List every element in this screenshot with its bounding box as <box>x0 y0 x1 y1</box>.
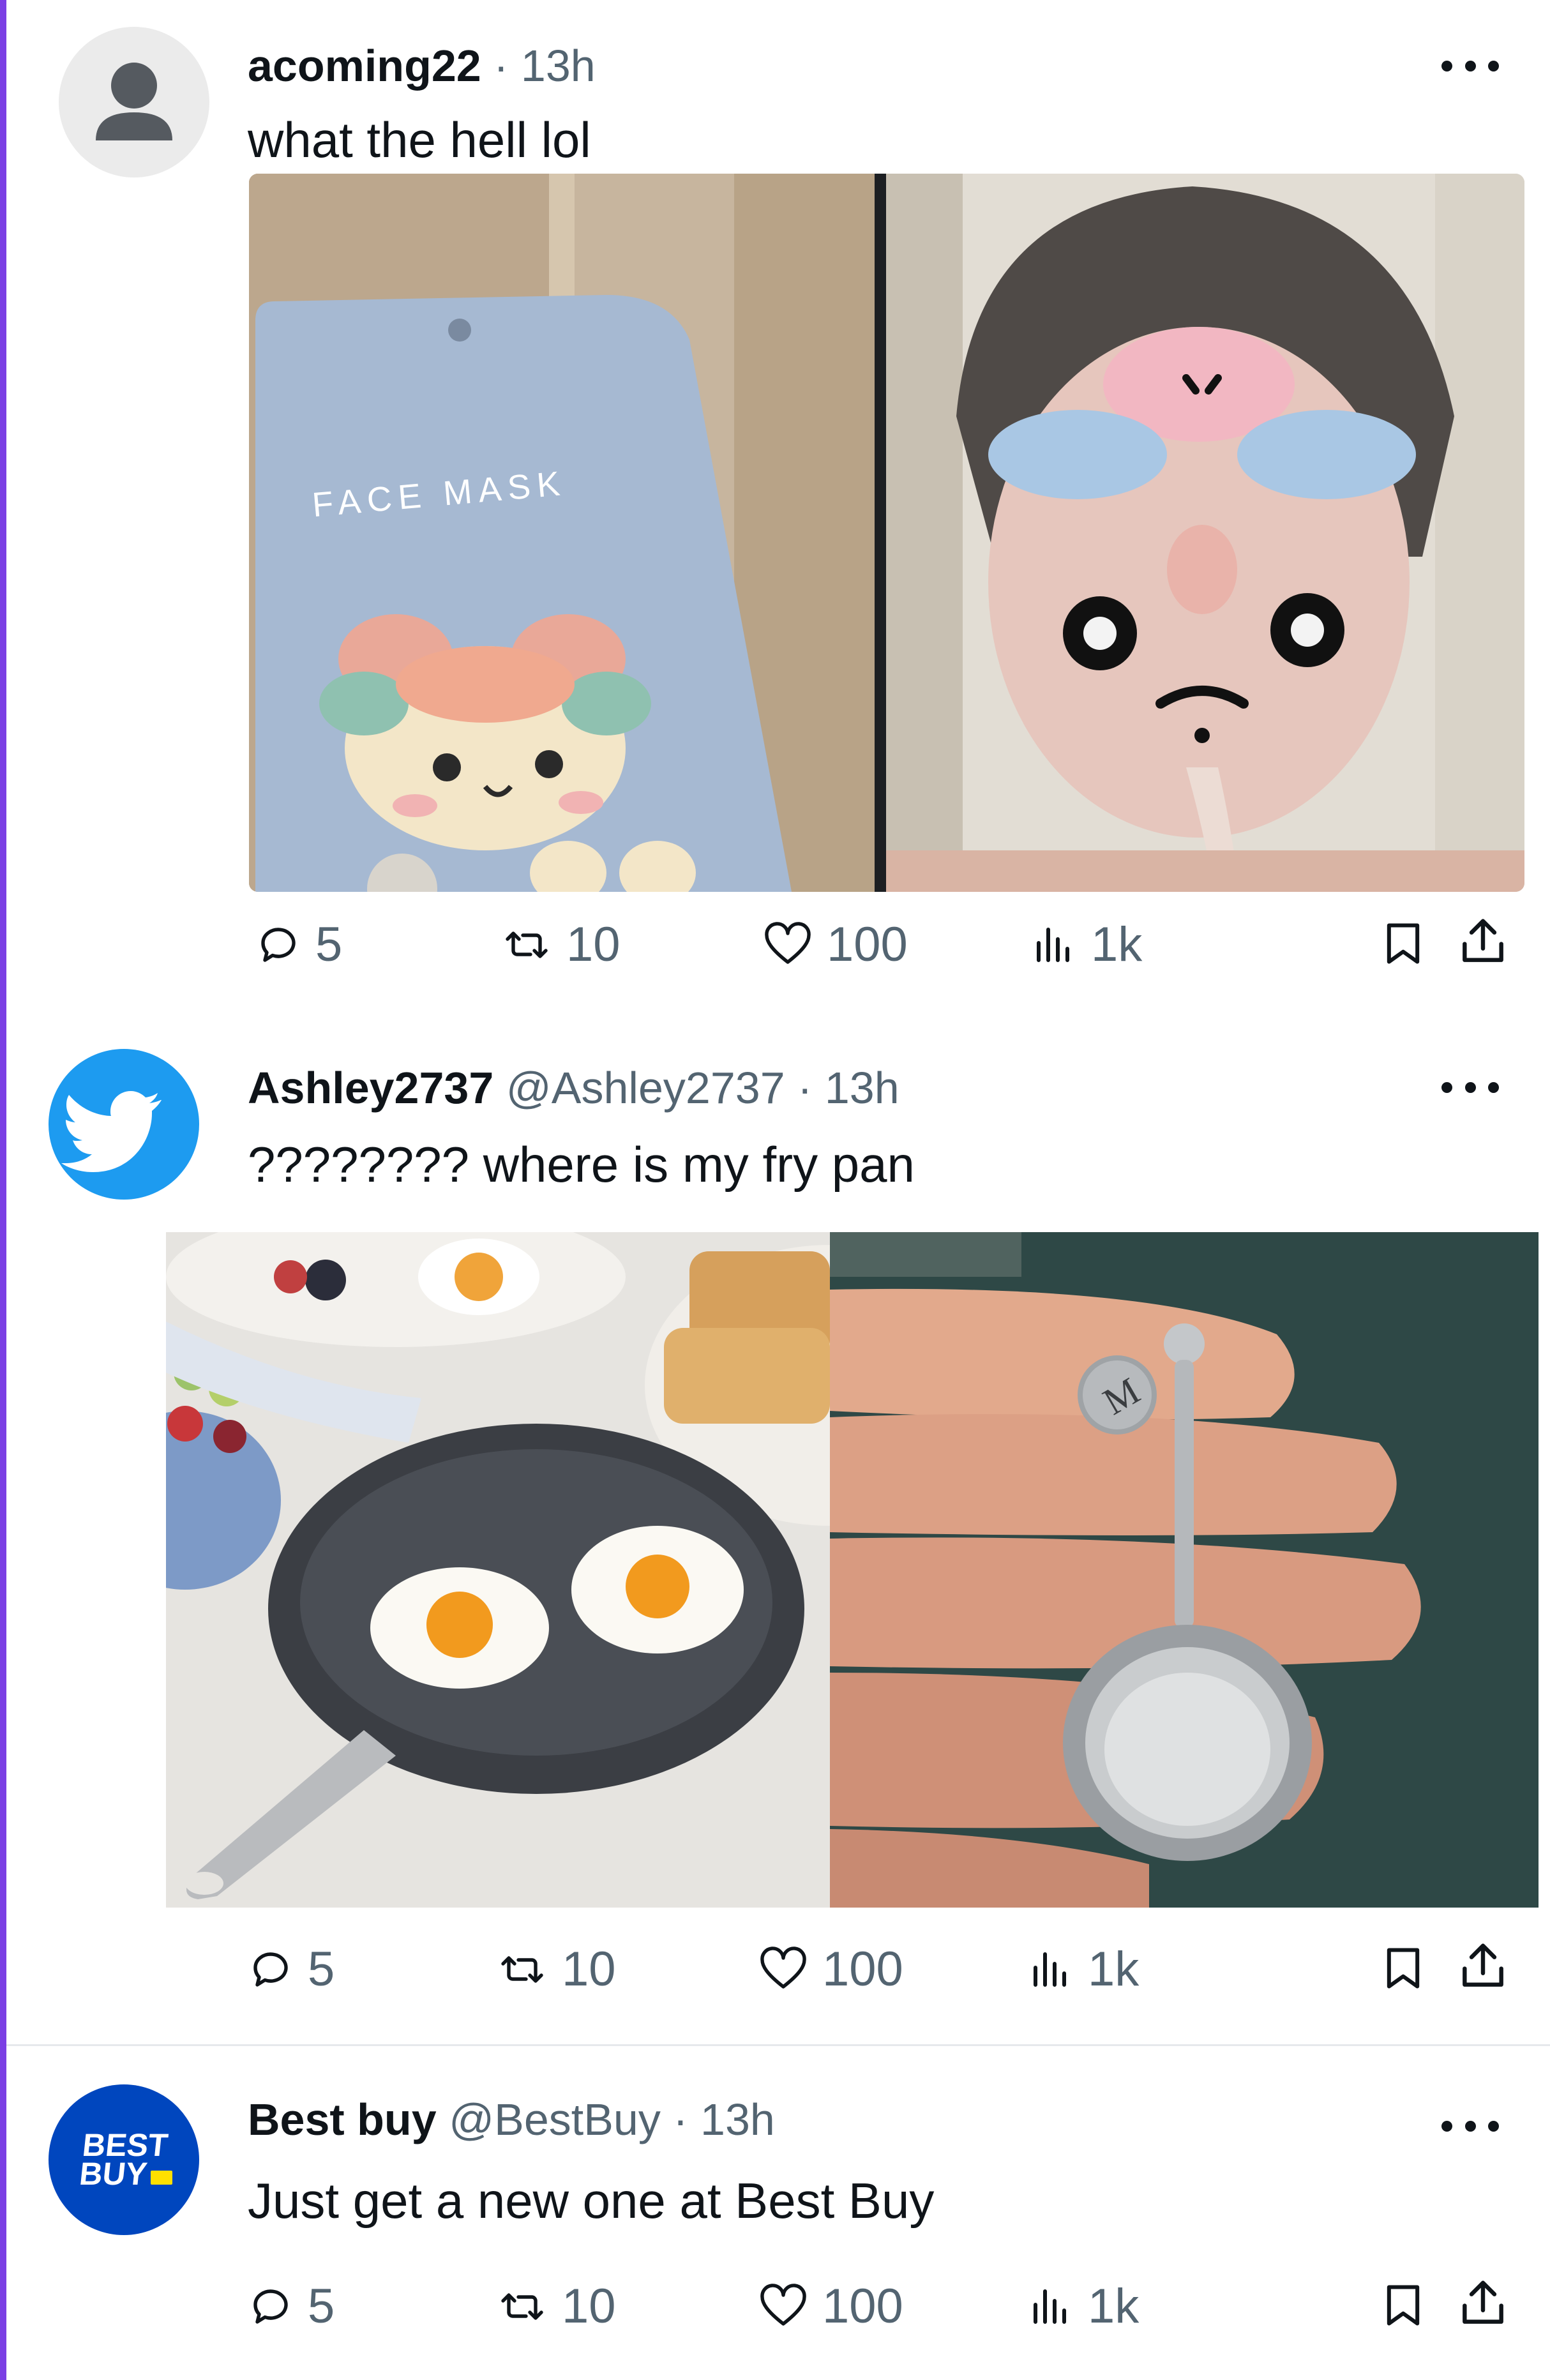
more-options-button[interactable] <box>1441 56 1499 75</box>
media-image-frying-pan[interactable] <box>166 1232 830 1908</box>
timestamp[interactable]: · 13h <box>493 41 596 91</box>
share-button[interactable] <box>1456 2276 1510 2334</box>
like-button[interactable]: 100 <box>758 1945 903 1994</box>
reply-icon <box>253 2289 288 2324</box>
timestamp[interactable]: · 13h <box>797 1063 899 1113</box>
heart-icon <box>760 2284 806 2326</box>
reply-button[interactable]: 5 <box>248 2282 335 2331</box>
dot <box>1441 1081 1452 1093</box>
share-icon <box>1463 919 1503 962</box>
user-silhouette-icon <box>96 63 172 140</box>
like-button[interactable]: 100 <box>763 921 908 969</box>
media-image-mask-package[interactable]: FACE MASK <box>249 174 875 892</box>
frying-pan-eggs-image <box>166 1232 830 1908</box>
retweet-icon <box>506 931 548 958</box>
views-button[interactable]: 1k <box>1031 921 1142 969</box>
more-options-button[interactable] <box>1441 2116 1499 2135</box>
bar-chart-icon <box>1034 2289 1066 2324</box>
heart-icon <box>765 922 811 964</box>
username[interactable]: @Ashley2737 <box>506 1063 785 1113</box>
share-icon <box>1463 1943 1503 1987</box>
retweet-icon <box>501 1956 543 1983</box>
tweet-header: Ashley2737 @Ashley2737 · 13h <box>248 1066 899 1110</box>
bookmark-icon <box>1387 2285 1420 2326</box>
share-icon <box>1463 2280 1503 2324</box>
like-count: 100 <box>822 2279 903 2333</box>
display-name[interactable]: acoming22 <box>248 41 481 91</box>
share-button[interactable] <box>1456 914 1510 972</box>
dot <box>1488 60 1499 72</box>
username[interactable]: @BestBuy <box>449 2095 661 2144</box>
dot <box>1464 2120 1476 2132</box>
left-accent-bar <box>0 0 6 2380</box>
tweet-bestbuy[interactable]: BEST BUY Best buy @BestBuy · 13h Just ge… <box>6 2046 1550 2380</box>
avatar[interactable]: BEST BUY <box>49 2084 199 2235</box>
media-image-mask-worn[interactable] <box>886 174 1524 892</box>
like-count: 100 <box>822 1942 903 1996</box>
dot <box>1441 60 1452 72</box>
dot <box>1488 1081 1499 1093</box>
retweet-button[interactable]: 10 <box>497 2282 616 2331</box>
bar-chart-icon <box>1037 928 1069 962</box>
like-count: 100 <box>827 917 908 972</box>
retweet-count: 10 <box>562 2279 616 2333</box>
avatar[interactable] <box>59 27 209 177</box>
bar-chart-icon <box>1034 1952 1066 1987</box>
bookmark-icon <box>1387 1948 1420 1989</box>
media-image-mini-pan[interactable]: M <box>830 1232 1539 1908</box>
bookmark-button[interactable] <box>1379 2280 1427 2334</box>
share-button[interactable] <box>1456 1939 1510 1997</box>
masked-face-image <box>886 174 1524 892</box>
twitter-bird-icon <box>61 1091 162 1172</box>
tweet-acoming22[interactable]: acoming22 · 13h what the hell lol FACE M… <box>6 0 1550 1012</box>
retweet-button[interactable]: 10 <box>501 921 621 969</box>
bestbuy-tag-icon <box>151 2171 172 2185</box>
bookmark-button[interactable] <box>1379 1943 1427 1997</box>
media-grid: M <box>166 1232 1539 1908</box>
mini-pan-charm-image: M <box>830 1232 1539 1908</box>
retweet-icon <box>501 2293 543 2320</box>
display-name[interactable]: Ashley2737 <box>248 1063 493 1113</box>
like-button[interactable]: 100 <box>758 2282 903 2331</box>
view-count: 1k <box>1088 1942 1140 1996</box>
timestamp[interactable]: · 13h <box>673 2095 775 2144</box>
retweet-button[interactable]: 10 <box>497 1945 616 1994</box>
dot <box>1441 2120 1452 2132</box>
dot <box>1464 1081 1476 1093</box>
bookmark-icon <box>1387 923 1420 964</box>
tweet-header: Best buy @BestBuy · 13h <box>248 2097 775 2142</box>
media-grid: FACE MASK <box>249 174 1524 892</box>
tweet-header: acoming22 · 13h <box>248 43 596 88</box>
reply-icon <box>261 928 296 962</box>
tweet-text: Just get a new one at Best Buy <box>248 2173 935 2229</box>
bookmark-button[interactable] <box>1379 918 1427 972</box>
views-button[interactable]: 1k <box>1028 2282 1139 2331</box>
reply-count: 5 <box>315 917 343 972</box>
media-gap <box>875 174 886 892</box>
reply-icon <box>253 1952 288 1987</box>
retweet-count: 10 <box>566 917 621 972</box>
tweet-text: ???????? where is my fry pan <box>248 1136 915 1193</box>
reply-button[interactable]: 5 <box>255 921 342 969</box>
reply-button[interactable]: 5 <box>248 1945 335 1994</box>
retweet-count: 10 <box>562 1942 616 1996</box>
avatar[interactable] <box>49 1049 199 1200</box>
dot <box>1464 60 1476 72</box>
reply-count: 5 <box>308 2279 335 2333</box>
views-button[interactable]: 1k <box>1028 1945 1139 1994</box>
more-options-button[interactable] <box>1441 1078 1499 1097</box>
display-name[interactable]: Best buy <box>248 2095 437 2144</box>
dot <box>1488 2120 1499 2132</box>
view-count: 1k <box>1088 2279 1140 2333</box>
heart-icon <box>760 1947 806 1989</box>
face-mask-package-image: FACE MASK <box>249 174 875 892</box>
tweet-ashley2737[interactable]: Ashley2737 @Ashley2737 · 13h ???????? wh… <box>6 1012 1550 2046</box>
view-count: 1k <box>1091 917 1143 972</box>
tweet-text: what the hell lol <box>248 112 591 168</box>
reply-count: 5 <box>308 1942 335 1996</box>
